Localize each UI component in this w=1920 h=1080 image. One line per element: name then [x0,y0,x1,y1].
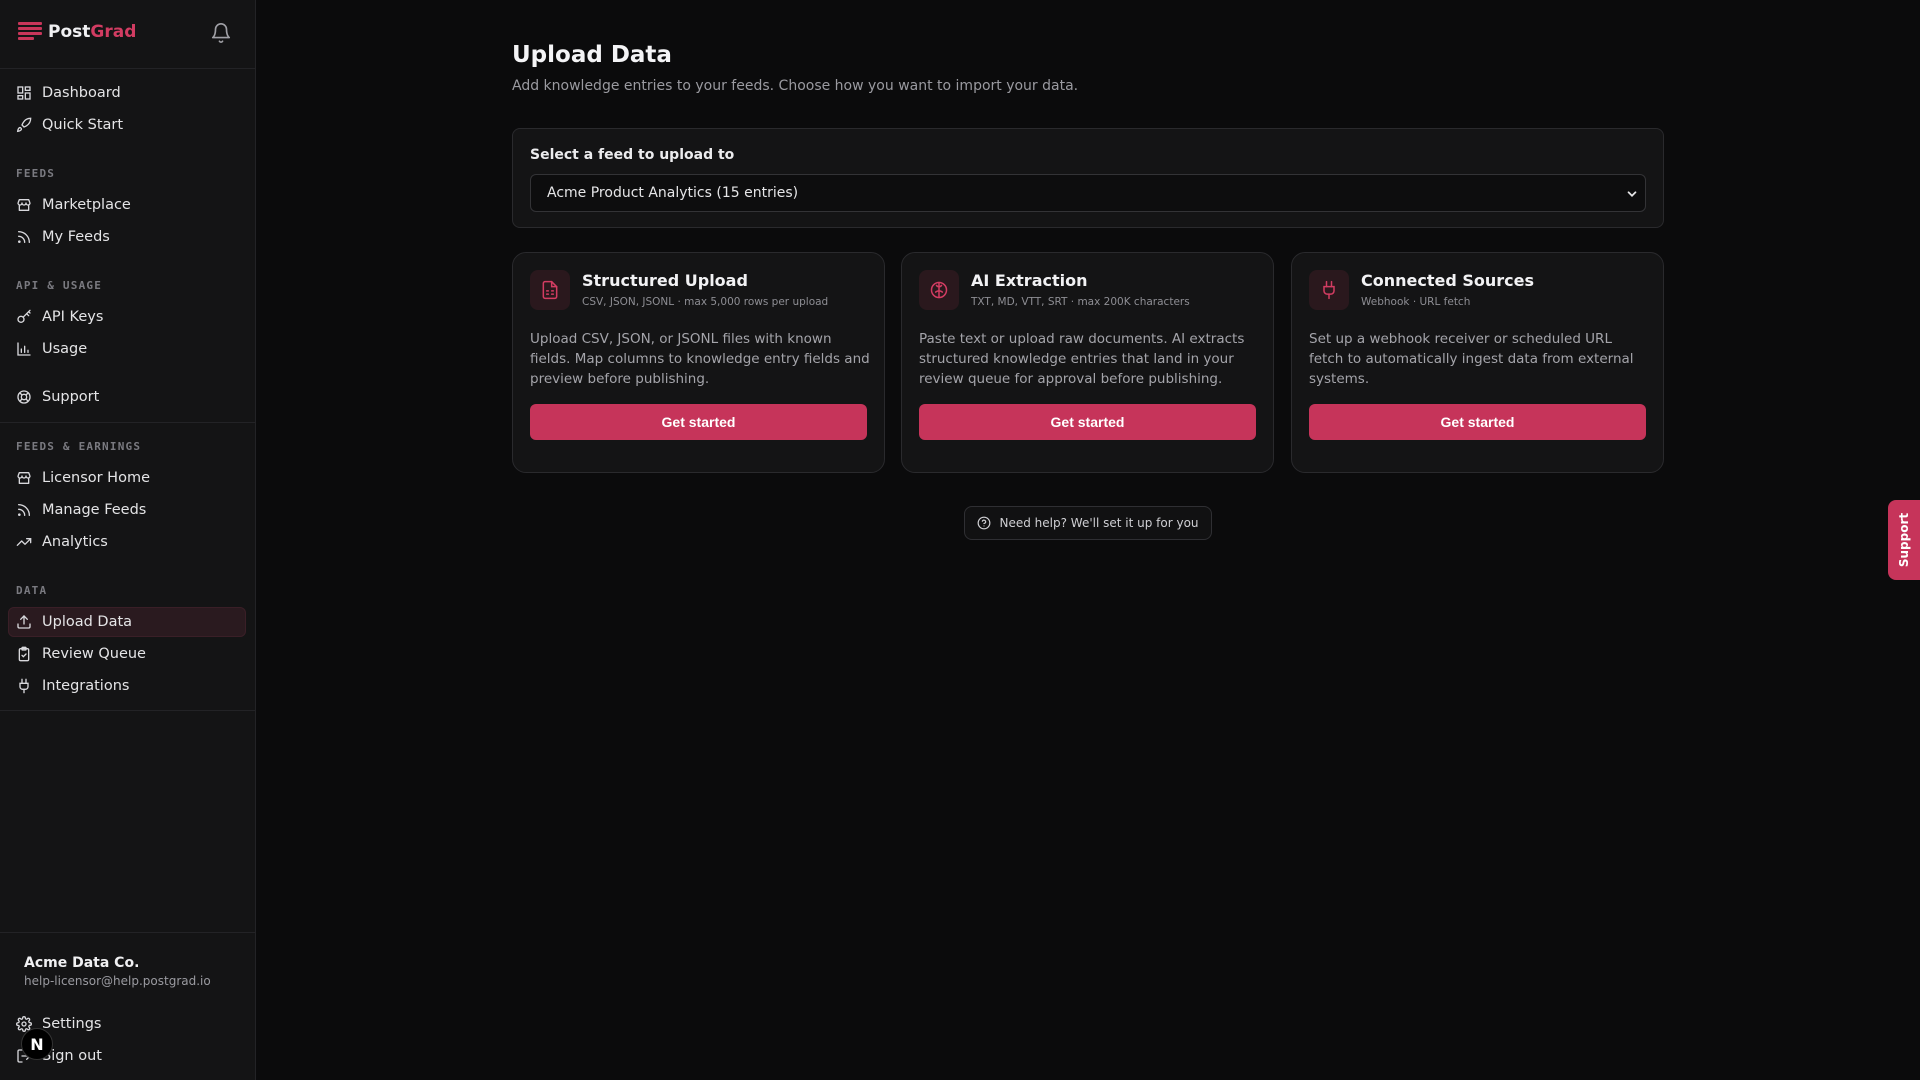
section-label-api-usage: API & USAGE [16,279,103,292]
sidebar-item-label: Usage [42,341,88,357]
dashboard-icon [17,86,31,100]
brand-name-part2: Grad [90,22,137,42]
sidebar-item-integrations[interactable]: Integrations [8,671,246,701]
sidebar-item-label: Analytics [42,534,108,550]
divider [0,422,256,423]
help-button-label: Need help? We'll set it up for you [999,516,1199,530]
sidebar-item-support[interactable]: Support [8,382,246,412]
sidebar-item-licensor-home[interactable]: Licensor Home [8,463,246,493]
divider [0,710,256,711]
get-started-button[interactable]: Get started [919,404,1256,440]
section-label-feeds-earnings: FEEDS & EARNINGS [16,440,142,453]
card-icon-box [530,270,570,310]
card-icon-box [1309,270,1349,310]
sidebar-item-upload-data[interactable]: Upload Data [8,607,246,637]
trending-up-icon [16,538,32,546]
postgrad-logo-icon [18,22,42,42]
sidebar-item-label: Integrations [42,678,130,694]
card-meta: CSV, JSON, JSONL · max 5,000 rows per up… [582,296,829,308]
sidebar: Post Grad Dashboard Quick Start FEEDS Mar… [0,0,256,1080]
store-icon [17,199,31,211]
feed-select-value: Acme Product Analytics (15 entries) [547,185,799,201]
sidebar-item-api-keys[interactable]: API Keys [8,302,246,332]
key-icon [17,309,31,323]
bell-icon[interactable] [210,22,232,44]
plug-icon [19,678,29,694]
card-ai-extraction: AI Extraction TXT, MD, VTT, SRT · max 20… [901,252,1274,473]
card-description: Set up a webhook receiver or scheduled U… [1309,331,1634,387]
card-meta: TXT, MD, VTT, SRT · max 200K characters [971,296,1190,308]
section-label-feeds: FEEDS [16,167,56,180]
sidebar-item-analytics[interactable]: Analytics [8,527,246,557]
rss-icon [18,231,30,243]
feed-select-panel: Select a feed to upload to Acme Product … [512,128,1664,228]
sidebar-item-label: Upload Data [42,614,133,630]
card-icon-box [919,270,959,310]
store-icon [17,472,31,484]
upload-icon [17,615,31,629]
card-title: Structured Upload [582,271,748,290]
sidebar-item-quick-start[interactable]: Quick Start [8,110,246,140]
sidebar-item-label: Settings [42,1016,102,1032]
sidebar-item-label: Quick Start [42,117,124,133]
sidebar-item-label: Review Queue [42,646,146,662]
clipboard-check-icon [18,646,30,662]
brand-logo[interactable]: Post Grad [18,22,136,42]
account-name: Acme Data Co. [24,955,140,971]
card-description: Paste text or upload raw documents. AI e… [919,331,1245,387]
brain-icon [930,281,948,299]
file-spreadsheet-icon [542,280,558,300]
page-subtitle: Add knowledge entries to your feeds. Cho… [512,78,1079,94]
sidebar-item-label: Marketplace [42,197,131,213]
sidebar-item-label: API Keys [42,309,104,325]
feed-select-label: Select a feed to upload to [530,147,735,163]
sidebar-item-my-feeds[interactable]: My Feeds [8,222,246,252]
sidebar-item-manage-feeds[interactable]: Manage Feeds [8,495,246,525]
bar-chart-icon [17,342,31,356]
section-label-data: DATA [16,584,48,597]
card-title: Connected Sources [1361,271,1535,290]
help-button[interactable]: Need help? We'll set it up for you [964,506,1212,540]
sidebar-item-review-queue[interactable]: Review Queue [8,639,246,669]
rss-icon [18,504,30,516]
rocket-icon [16,117,32,133]
divider [0,932,256,933]
get-started-button[interactable]: Get started [530,404,867,440]
brand-name-part1: Post [48,22,91,42]
sidebar-item-usage[interactable]: Usage [8,334,246,364]
sidebar-item-label: Support [42,389,100,405]
card-structured-upload: Structured Upload CSV, JSON, JSONL · max… [512,252,885,473]
card-connected-sources: Connected Sources Webhook · URL fetch Se… [1291,252,1664,473]
page-title: Upload Data [512,42,672,68]
n-badge-avatar[interactable]: N [21,1028,53,1060]
help-circle-icon [978,516,991,530]
sidebar-item-dashboard[interactable]: Dashboard [8,78,246,108]
divider [0,68,256,69]
support-tab-label: Support [1897,512,1912,568]
card-meta: Webhook · URL fetch [1361,296,1471,308]
sidebar-item-label: Manage Feeds [42,502,147,518]
sidebar-item-marketplace[interactable]: Marketplace [8,190,246,220]
plug-icon [1323,280,1335,300]
sidebar-item-label: Dashboard [42,85,121,101]
sidebar-item-label: Licensor Home [42,470,151,486]
support-tab[interactable]: Support [1888,500,1920,580]
card-description: Upload CSV, JSON, or JSONL files with kn… [530,331,870,387]
account-email: help-licensor@help.postgrad.io [24,974,211,988]
lifebuoy-icon [17,390,31,404]
get-started-button[interactable]: Get started [1309,404,1646,440]
feed-select-dropdown[interactable]: Acme Product Analytics (15 entries) [530,174,1646,212]
chevron-down-icon [1627,191,1637,197]
card-title: AI Extraction [971,271,1088,290]
sidebar-item-label: My Feeds [42,229,110,245]
